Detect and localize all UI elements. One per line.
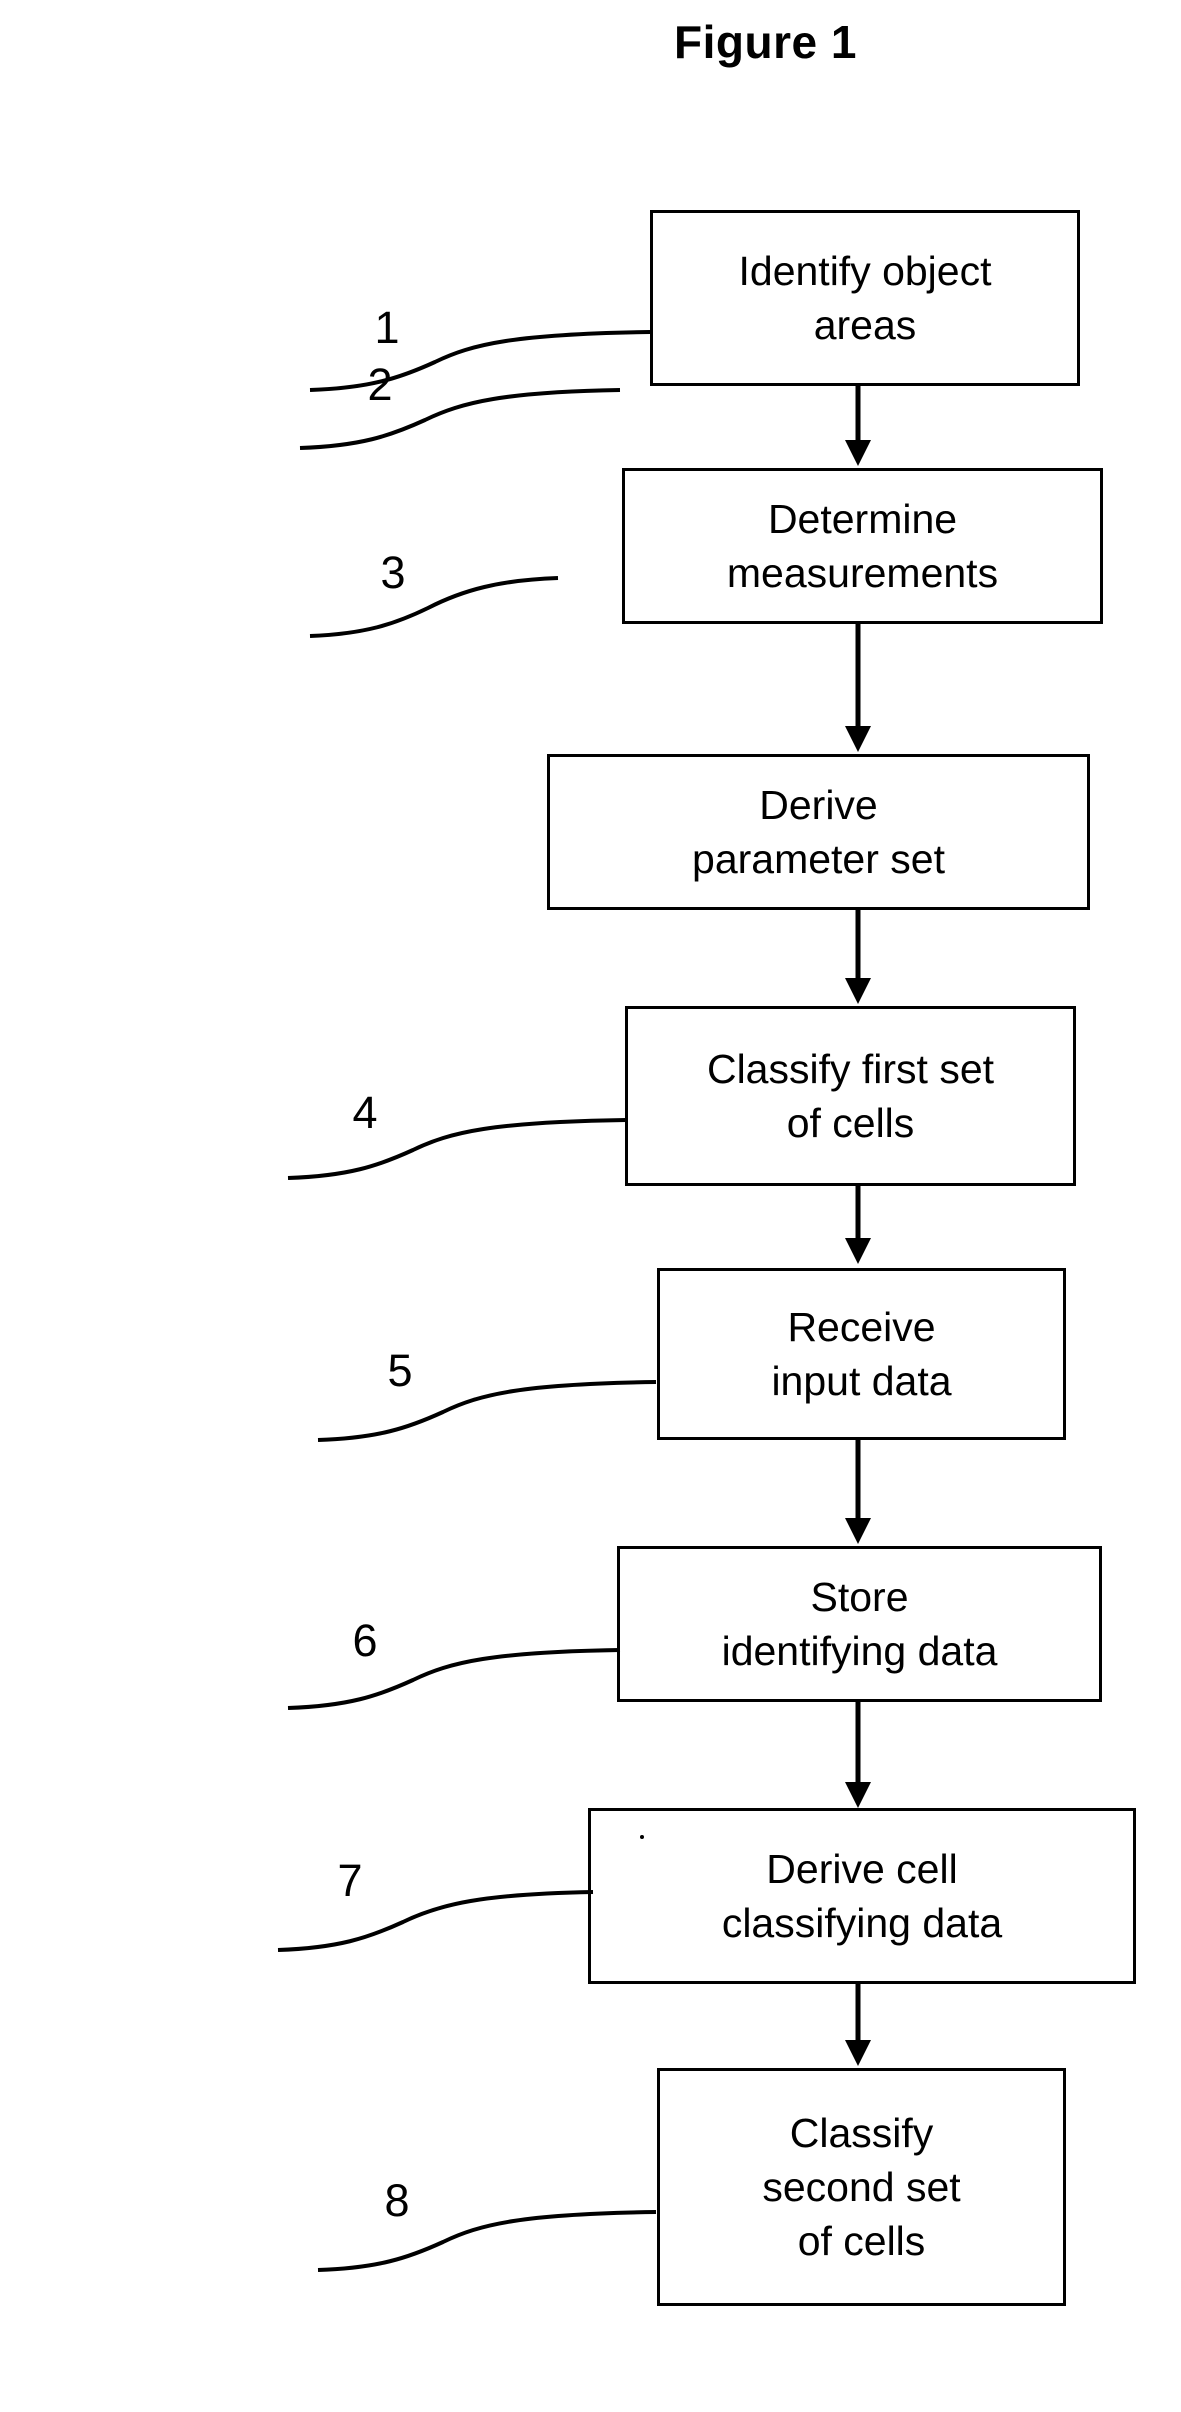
flow-box-step-7-label: Derive cell classifying data [721,1846,1003,1946]
connector-arrow-1-2 [845,386,871,466]
flow-box-step-5-label: Receive input data [771,1304,952,1404]
flow-box-step-6-label: Store identifying data [721,1574,998,1674]
connector-arrow-5-6 [845,1440,871,1544]
flow-box-step-8-label: Classify second set of cells [762,2110,961,2264]
figure-title: Figure 1 [674,16,857,68]
ref-number-8: 8 [384,2175,410,2226]
ref-number-2: 2 [367,359,393,410]
print-speck-artifact [640,1835,644,1839]
ref-number-1: 1 [374,302,400,353]
flow-box-step-1[interactable]: Identify object areas [650,210,1080,386]
flow-box-step-1-label: Identify object areas [738,248,992,348]
flow-box-step-3-label: Derive parameter set [692,782,945,882]
flow-box-step-7[interactable]: Derive cell classifying data [588,1808,1136,1984]
connector-arrow-6-7 [845,1702,871,1808]
leader-line-5 [317,1380,657,1442]
connector-arrow-3-4 [845,910,871,1004]
ref-number-4: 4 [352,1087,378,1138]
flow-box-step-3[interactable]: Derive parameter set [547,754,1090,910]
flow-box-step-6[interactable]: Store identifying data [617,1546,1102,1702]
ref-number-6: 6 [352,1615,378,1666]
connector-arrow-4-5 [845,1186,871,1264]
flow-box-step-2[interactable]: Determine measurements [622,468,1103,624]
connector-arrow-2-3 [845,624,871,752]
flow-box-step-4-label: Classify first set of cells [706,1046,995,1146]
leader-line-3 [309,576,559,638]
flow-box-step-8[interactable]: Classify second set of cells [657,2068,1066,2306]
flow-box-step-5[interactable]: Receive input data [657,1268,1066,1440]
flow-box-step-2-label: Determine measurements [726,496,999,596]
figure-page: Figure 1 Identify object areas 1 Determi… [0,0,1181,2412]
ref-number-7: 7 [337,1855,363,1906]
leader-line-2 [299,388,621,450]
ref-number-3: 3 [380,547,406,598]
ref-number-5: 5 [387,1345,413,1396]
flow-box-step-4[interactable]: Classify first set of cells [625,1006,1076,1186]
connector-arrow-7-8 [845,1984,871,2066]
